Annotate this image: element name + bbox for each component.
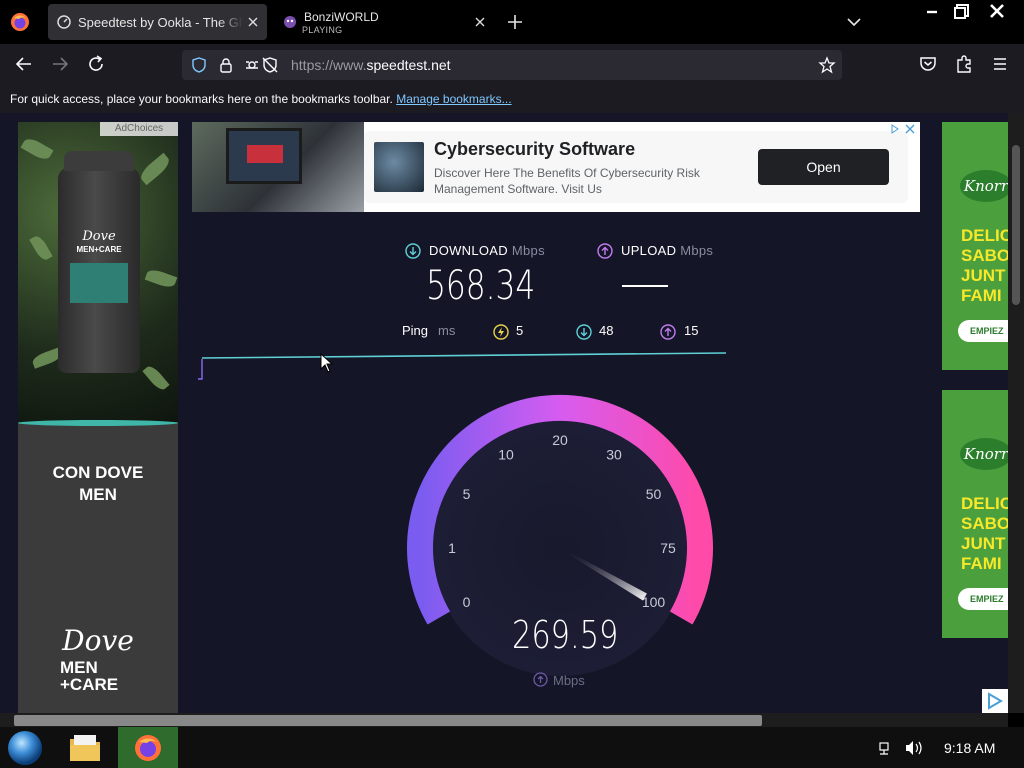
mouse-cursor-icon xyxy=(320,353,334,373)
start-orb-icon[interactable] xyxy=(6,730,44,766)
ad-laptop-photo xyxy=(192,122,364,212)
reload-icon[interactable] xyxy=(83,51,109,77)
ad-words: DELIC SABO JUNT FAMI xyxy=(961,494,1008,573)
manage-bookmarks-link[interactable]: Manage bookmarks... xyxy=(396,92,511,106)
gauge-tick-label: 5 xyxy=(463,486,471,502)
gauge-tick-label: 50 xyxy=(646,486,662,502)
chevron-down-icon[interactable] xyxy=(842,10,866,34)
ping-upload-value: 15 xyxy=(684,323,699,338)
ad-headline: CON DOVE MEN xyxy=(52,463,144,504)
pocket-icon[interactable] xyxy=(915,51,941,77)
tab-bar: Speedtest by Ookla - The Global Broadban… xyxy=(0,0,1024,44)
gauge-tick-label: 0 xyxy=(463,594,471,610)
permissions-icon[interactable] xyxy=(244,56,280,74)
dove-men-care-logo: MEN +CARE xyxy=(60,658,119,694)
page-content: Dove MEN+CARE AdChoices CON DOVE MEN Dov… xyxy=(0,113,1008,713)
navigation-toolbar: https://www.speedtest.net xyxy=(0,44,1024,85)
firefox-icon xyxy=(135,735,161,761)
upload-latency-icon xyxy=(660,324,676,340)
speed-graph-line xyxy=(198,352,727,380)
menu-hamburger-icon[interactable] xyxy=(987,51,1013,77)
bookmarks-toolbar: For quick access, place your bookmarks h… xyxy=(0,85,1024,113)
ad-words: DELIC SABO JUNT FAMI xyxy=(961,226,1008,305)
gauge-tick-label: 30 xyxy=(606,447,622,463)
bookmarks-hint: For quick access, place your bookmarks h… xyxy=(10,92,512,106)
upload-header: UPLOAD Mbps xyxy=(621,243,714,258)
extensions-icon[interactable] xyxy=(951,51,977,77)
tab-title: Speedtest by Ookla - The Global Broadban… xyxy=(78,15,243,30)
scrollbar-thumb[interactable] xyxy=(14,715,762,726)
ad-headline[interactable]: Cybersecurity Software xyxy=(434,139,635,160)
download-arrow-icon xyxy=(405,243,421,259)
dove-logo: Dove xyxy=(62,624,134,657)
gauge-tick-label: 75 xyxy=(660,540,676,556)
restore-icon[interactable] xyxy=(950,0,974,24)
current-speed-value: 269.59 xyxy=(512,613,619,657)
ad-top-banner[interactable]: Cybersecurity Software Discover Here The… xyxy=(192,122,920,212)
gauge-tick-label: 10 xyxy=(498,447,514,463)
speedtest-favicon-icon xyxy=(57,15,71,29)
ad-close-icon[interactable] xyxy=(888,122,918,136)
ping-idle-value: 5 xyxy=(516,323,524,338)
close-window-icon[interactable] xyxy=(985,0,1009,24)
ad-description: Discover Here The Benefits Of Cybersecur… xyxy=(434,166,700,196)
url-text[interactable]: https://www.speedtest.net xyxy=(291,57,451,73)
ad-cta-button[interactable]: EMPIEZ xyxy=(958,320,1008,342)
ping-label: Ping xyxy=(402,323,429,338)
minimize-icon[interactable] xyxy=(920,0,944,24)
taskbar: 9:18 AM xyxy=(0,727,1024,768)
ad-right-upper[interactable]: Knorr DELIC SABO JUNT FAMI EMPIEZ xyxy=(942,122,1008,370)
upload-value-placeholder xyxy=(622,285,668,287)
knorr-logo: Knorr xyxy=(960,438,1008,470)
adchoices-corner-icon[interactable] xyxy=(982,689,1008,713)
ad-right-lower[interactable]: Knorr DELIC SABO JUNT FAMI EMPIEZ xyxy=(942,390,1008,638)
ping-download-value: 48 xyxy=(599,323,614,338)
current-speed-unit: Mbps xyxy=(553,673,585,688)
tracking-protection-shield-icon[interactable] xyxy=(190,56,208,74)
gauge-tick-label: 100 xyxy=(642,594,666,610)
firefox-menu-icon[interactable] xyxy=(10,12,30,32)
close-tab-icon[interactable] xyxy=(472,14,488,30)
system-clock[interactable]: 9:18 AM xyxy=(944,740,995,756)
vertical-scrollbar[interactable] xyxy=(1008,113,1024,713)
upload-arrow-icon xyxy=(597,243,613,259)
knorr-logo: Knorr xyxy=(960,170,1008,202)
download-value: 568.34 xyxy=(426,263,536,309)
gauge-tick-label: 20 xyxy=(552,432,568,448)
deodorant-bottle-image: Dove MEN+CARE xyxy=(58,151,140,373)
tab-title: BonziWORLD xyxy=(304,10,379,24)
url-bar[interactable]: https://www.speedtest.net xyxy=(182,50,842,80)
adchoices-badge[interactable]: AdChoices xyxy=(100,122,178,136)
back-icon[interactable] xyxy=(11,51,37,77)
tab-bonziworld[interactable]: BonziWORLD PLAYING xyxy=(274,4,494,40)
horizontal-scrollbar[interactable] xyxy=(0,713,1008,727)
close-tab-icon[interactable] xyxy=(245,14,261,30)
lock-icon[interactable] xyxy=(217,56,235,74)
download-latency-icon xyxy=(576,324,592,340)
bookmark-star-icon[interactable] xyxy=(818,56,836,74)
network-icon[interactable] xyxy=(879,742,889,755)
file-explorer-icon[interactable] xyxy=(66,731,104,765)
tab-playing-badge: PLAYING xyxy=(302,25,343,35)
ad-thumbnail xyxy=(374,142,424,192)
gauge-tick-label: 1 xyxy=(448,540,456,556)
scrollbar-thumb[interactable] xyxy=(1012,145,1020,305)
ad-divider xyxy=(18,420,178,426)
tab-speedtest[interactable]: Speedtest by Ookla - The Global Broadban… xyxy=(48,4,267,40)
firefox-taskbar-button[interactable] xyxy=(118,727,178,768)
forward-icon[interactable] xyxy=(47,51,73,77)
ad-cta-button[interactable]: EMPIEZ xyxy=(958,588,1008,610)
ad-card: Cybersecurity Software Discover Here The… xyxy=(364,131,908,203)
ad-open-button[interactable]: Open xyxy=(758,149,889,185)
upload-indicator-icon xyxy=(533,672,548,687)
bonzi-favicon-icon xyxy=(284,16,296,28)
idle-latency-icon xyxy=(493,324,509,340)
download-header: DOWNLOAD Mbps xyxy=(429,243,545,258)
ad-left-skyscraper[interactable]: Dove MEN+CARE AdChoices CON DOVE MEN Dov… xyxy=(18,122,178,713)
volume-icon[interactable] xyxy=(906,741,922,755)
system-tray[interactable] xyxy=(876,739,936,757)
ping-unit: ms xyxy=(438,323,456,338)
plus-icon[interactable] xyxy=(503,10,527,34)
